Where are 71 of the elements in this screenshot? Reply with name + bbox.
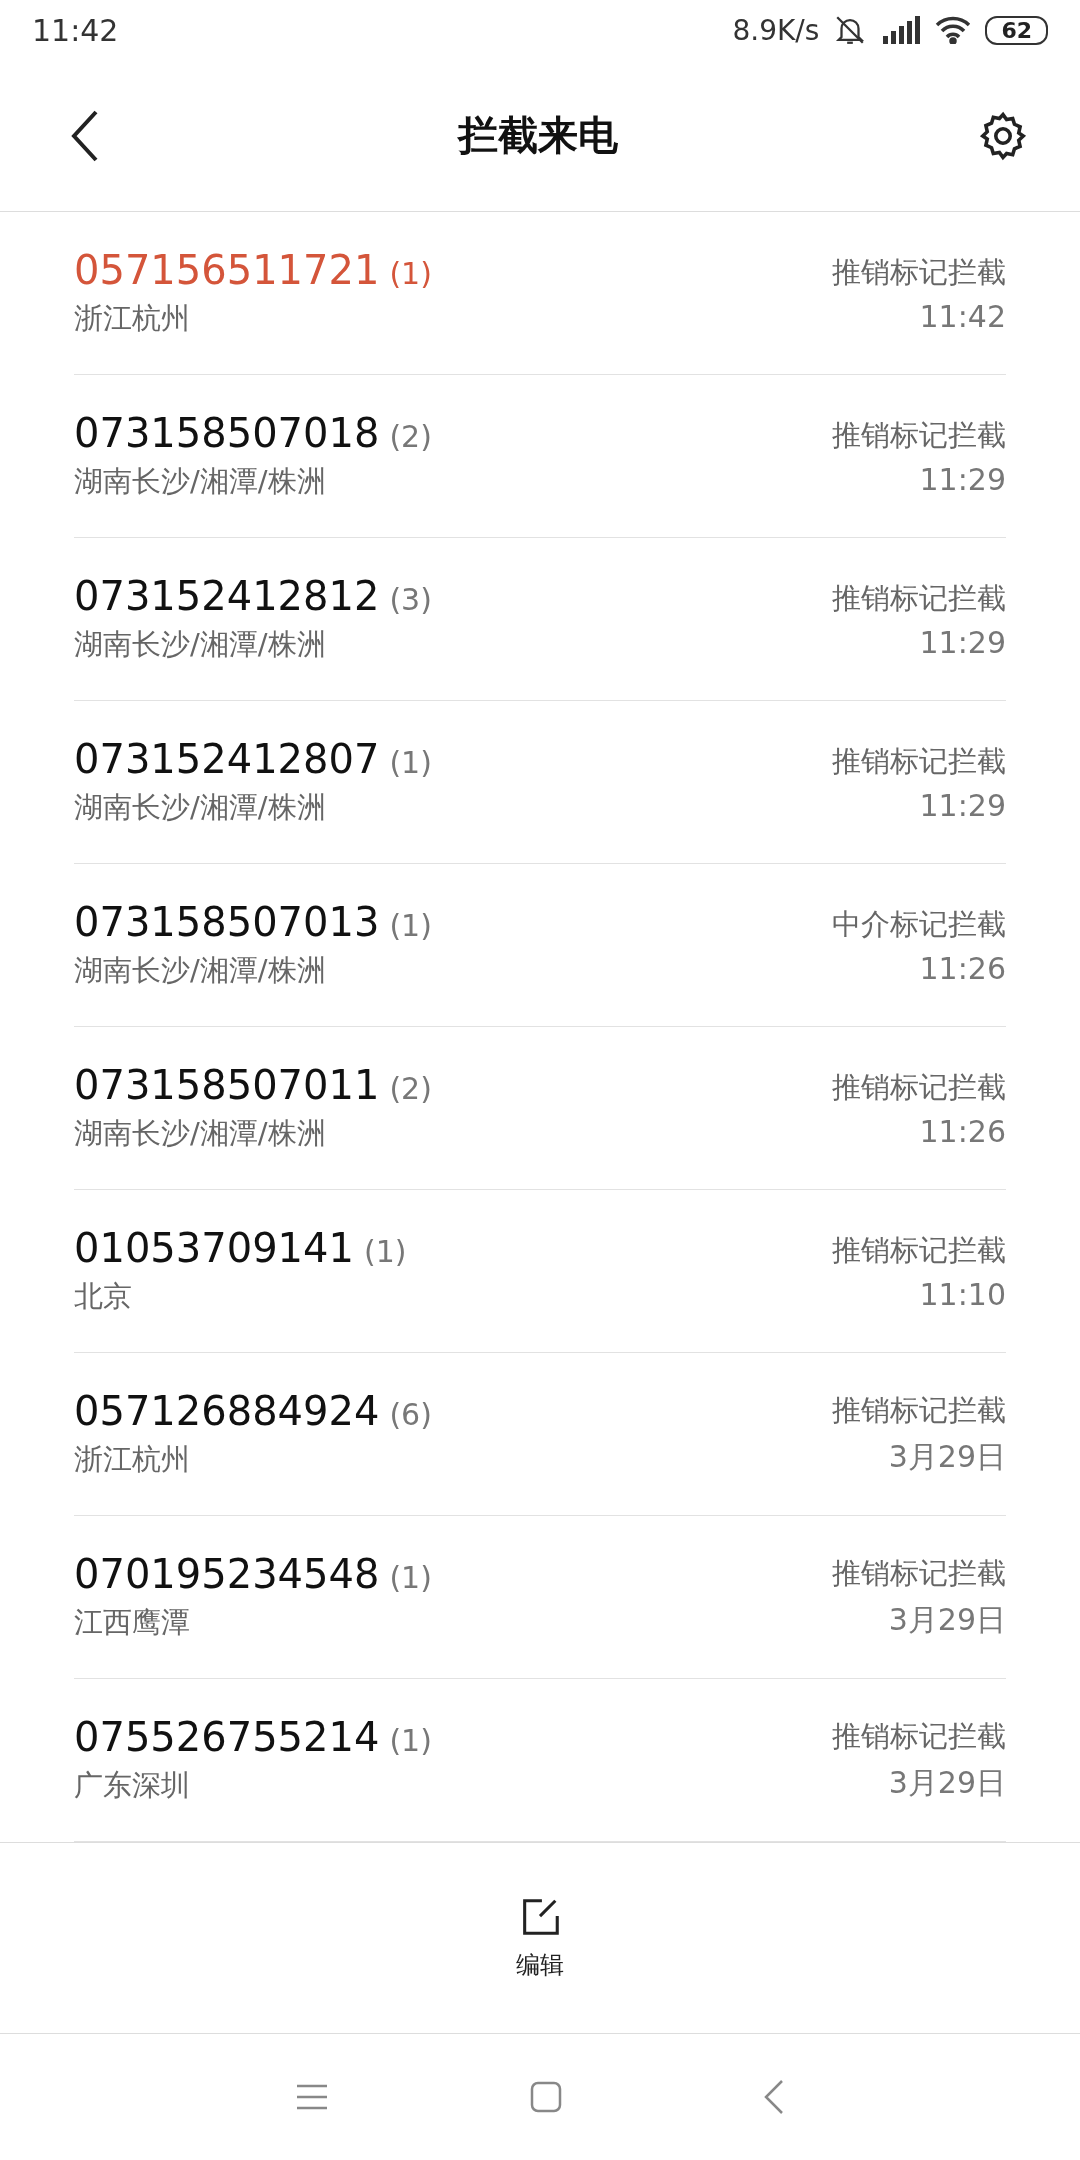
call-time: 11:29 <box>919 624 1006 660</box>
location-text: 湖南长沙/湘潭/株洲 <box>74 1115 327 1153</box>
call-row[interactable]: 073158507013 (1) 湖南长沙/湘潭/株洲 中介标记拦截 11:26 <box>74 864 1006 1028</box>
call-time: 11:42 <box>919 298 1006 334</box>
block-reason: 中介标记拦截 <box>832 905 1006 943</box>
call-row[interactable]: 075526755214 (1) 广东深圳 推销标记拦截 3月29日 <box>74 1679 1006 1843</box>
call-time: 11:10 <box>919 1276 1006 1312</box>
phone-number: 075526755214 <box>74 1714 380 1761</box>
block-reason: 推销标记拦截 <box>832 253 1006 291</box>
call-time: 3月29日 <box>888 1763 1006 1802</box>
call-row[interactable]: 073158507011 (2) 湖南长沙/湘潭/株洲 推销标记拦截 11:26 <box>74 1027 1006 1191</box>
location-text: 湖南长沙/湘潭/株洲 <box>74 789 327 827</box>
call-count: (1) <box>389 908 432 944</box>
phone-number: 073152412807 <box>74 736 380 783</box>
block-reason: 推销标记拦截 <box>832 1554 1006 1592</box>
phone-number: 057126884924 <box>74 1388 380 1435</box>
call-row[interactable]: 073152412807 (1) 湖南长沙/湘潭/株洲 推销标记拦截 11:29 <box>74 701 1006 865</box>
phone-number: 073158507018 <box>74 410 380 457</box>
block-reason: 推销标记拦截 <box>832 416 1006 454</box>
location-text: 江西鹰潭 <box>74 1604 191 1642</box>
back-button[interactable] <box>70 109 100 162</box>
call-count: (6) <box>389 1397 432 1433</box>
call-count: (2) <box>389 419 432 455</box>
location-text: 湖南长沙/湘潭/株洲 <box>74 626 327 664</box>
call-time: 11:29 <box>919 461 1006 497</box>
location-text: 浙江杭州 <box>74 300 191 338</box>
signal-icon <box>881 16 922 45</box>
call-row[interactable]: 01053709141 (1) 北京 推销标记拦截 11:10 <box>74 1190 1006 1354</box>
wifi-icon <box>935 16 972 45</box>
phone-number: 073152412812 <box>74 573 380 620</box>
edit-button[interactable]: 编辑 <box>510 1894 570 1983</box>
call-count: (1) <box>389 1723 432 1759</box>
status-time: 11:42 <box>32 12 119 48</box>
call-row[interactable]: 057156511721 (1) 浙江杭州 推销标记拦截 11:42 <box>74 212 1006 376</box>
block-reason: 推销标记拦截 <box>832 742 1006 780</box>
block-reason: 推销标记拦截 <box>832 1068 1006 1106</box>
block-reason: 推销标记拦截 <box>832 1717 1006 1755</box>
call-count: (2) <box>389 1071 432 1107</box>
menu-icon[interactable] <box>295 2083 329 2112</box>
call-time: 3月29日 <box>888 1600 1006 1639</box>
phone-number: 01053709141 <box>74 1225 354 1272</box>
call-row[interactable]: 073152412812 (3) 湖南长沙/湘潭/株洲 推销标记拦截 11:29 <box>74 538 1006 702</box>
block-reason: 推销标记拦截 <box>832 1391 1006 1429</box>
call-row[interactable]: 057126884924 (6) 浙江杭州 推销标记拦截 3月29日 <box>74 1353 1006 1517</box>
phone-number: 070195234548 <box>74 1551 380 1598</box>
phone-number: 057156511721 <box>74 247 380 294</box>
home-icon[interactable] <box>529 2080 563 2115</box>
call-count: (1) <box>389 256 432 292</box>
location-text: 湖南长沙/湘潭/株洲 <box>74 952 327 990</box>
call-time: 11:26 <box>919 950 1006 986</box>
block-reason: 推销标记拦截 <box>832 579 1006 617</box>
call-time: 11:29 <box>919 787 1006 823</box>
block-reason: 推销标记拦截 <box>832 1231 1006 1269</box>
location-text: 湖南长沙/湘潭/株洲 <box>74 463 327 501</box>
location-text: 北京 <box>74 1278 133 1316</box>
location-text: 浙江杭州 <box>74 1441 191 1479</box>
phone-number: 073158507011 <box>74 1062 380 1109</box>
call-row[interactable]: 073158507018 (2) 湖南长沙/湘潭/株洲 推销标记拦截 11:29 <box>74 375 1006 539</box>
battery-indicator: 62 <box>985 15 1048 45</box>
phone-number: 073158507013 <box>74 899 380 946</box>
call-count: (1) <box>363 1234 407 1270</box>
call-count: (1) <box>389 1560 432 1596</box>
call-row[interactable]: 070195234548 (1) 江西鹰潭 推销标记拦截 3月29日 <box>74 1516 1006 1680</box>
network-speed: 8.9K/s <box>732 13 820 47</box>
call-count: (3) <box>389 582 432 618</box>
call-count: (1) <box>389 745 432 781</box>
back-icon[interactable] <box>763 2079 785 2116</box>
call-time: 11:26 <box>919 1113 1006 1149</box>
location-text: 广东深圳 <box>74 1767 191 1805</box>
call-time: 3月29日 <box>888 1437 1006 1476</box>
page-title: 拦截来电 <box>458 111 618 161</box>
